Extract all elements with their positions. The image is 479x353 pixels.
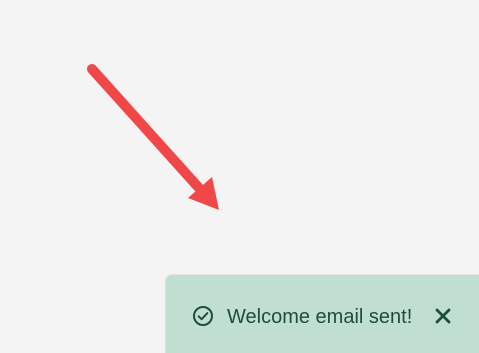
toast-message: Welcome email sent! <box>227 306 413 328</box>
check-circle-icon <box>193 306 213 326</box>
close-toast-button[interactable] <box>430 303 456 329</box>
close-icon <box>435 308 451 324</box>
success-toast: Welcome email sent! <box>166 275 479 353</box>
